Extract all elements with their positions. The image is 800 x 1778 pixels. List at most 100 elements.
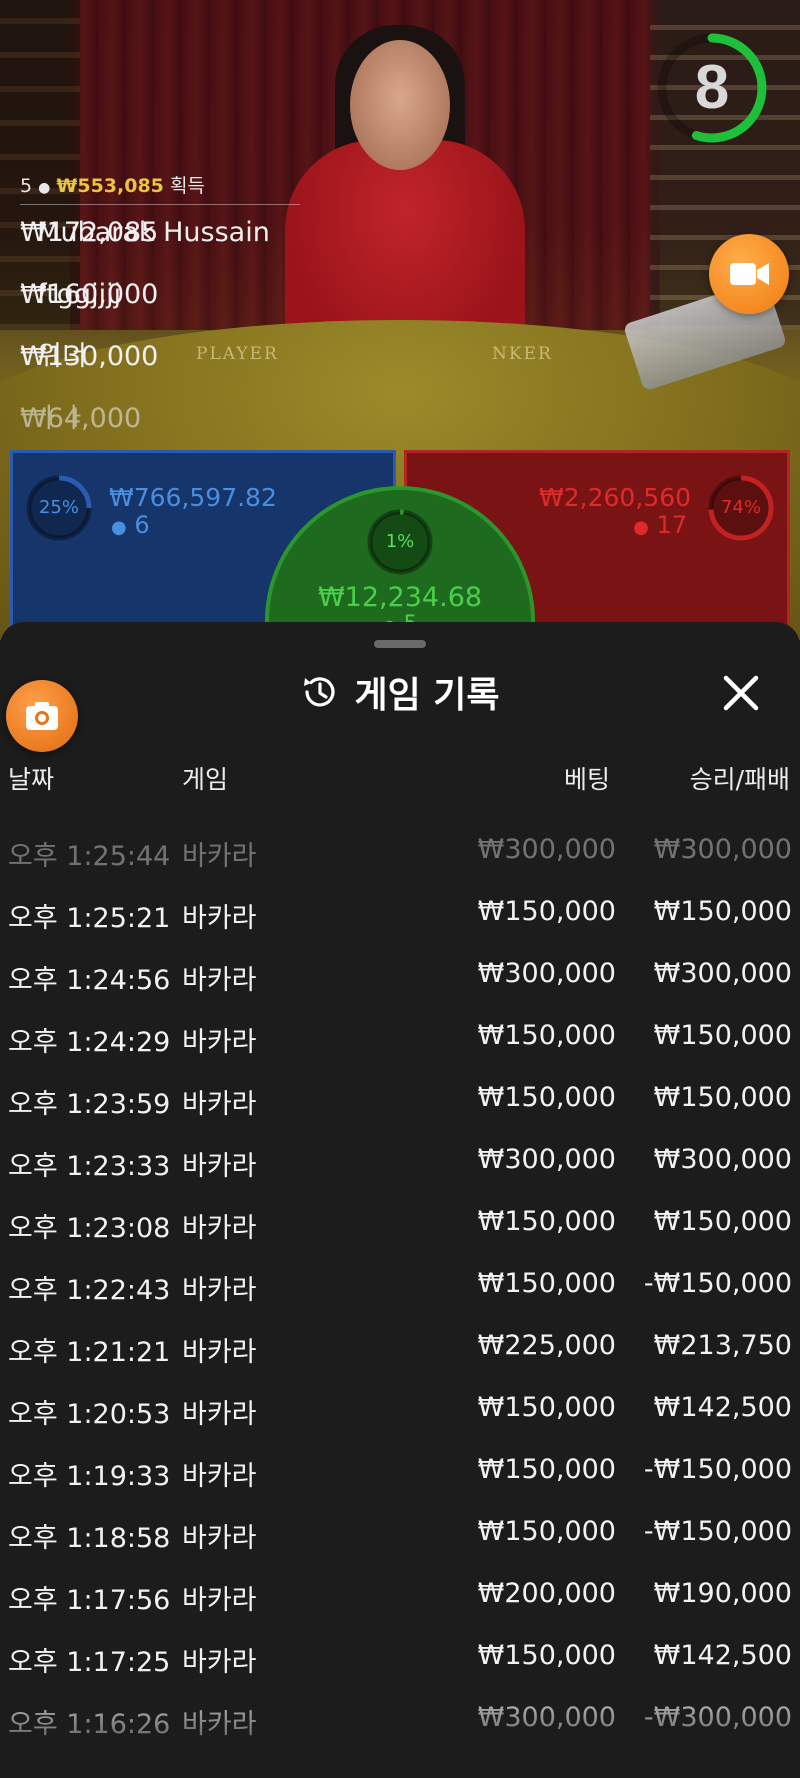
history-row[interactable]: 오후 1:21:21 바카라 ₩225,000 ₩213,750 bbox=[0, 1318, 800, 1380]
winner-name: ㅏㅏ bbox=[37, 403, 87, 434]
history-date: 오후 1:24:56 bbox=[8, 965, 171, 996]
history-row[interactable]: 오후 1:17:25 바카라 ₩150,000 ₩142,500 bbox=[0, 1628, 800, 1690]
history-bet: ₩150,000 bbox=[477, 1392, 616, 1423]
history-result: ₩300,000 bbox=[653, 1144, 792, 1175]
close-button[interactable] bbox=[716, 668, 766, 718]
sheet-title-text: 게임 기록 bbox=[354, 675, 500, 716]
history-game: 바카라 bbox=[182, 1275, 257, 1306]
recent-winners: 5 ● ₩553,085 획득 ₩172,085 Mubarak Hussain… bbox=[20, 170, 300, 453]
header-game: 게임 bbox=[182, 765, 229, 794]
banker-bettors-count: 17 bbox=[656, 511, 687, 539]
banker-bettors: ● 17 bbox=[633, 511, 687, 539]
sheet-drag-handle[interactable] bbox=[374, 640, 426, 648]
tie-bet-amount: ₩12,234.68 bbox=[317, 582, 483, 613]
felt-label-banker: NKER bbox=[492, 344, 553, 364]
player-percent: 25% bbox=[38, 497, 79, 518]
person-icon: ● bbox=[38, 180, 51, 196]
history-row[interactable]: 오후 1:23:33 바카라 ₩300,000 ₩300,000 bbox=[0, 1132, 800, 1194]
history-row[interactable]: 오후 1:17:56 바카라 ₩200,000 ₩190,000 bbox=[0, 1566, 800, 1628]
history-date: 오후 1:21:21 bbox=[8, 1337, 171, 1368]
close-icon bbox=[723, 675, 759, 711]
history-bet: ₩225,000 bbox=[477, 1330, 616, 1361]
person-icon: ● bbox=[111, 517, 127, 538]
winner-row: ₩64,000 ㅏㅏ bbox=[20, 391, 300, 453]
sheet-header: 게임 기록 bbox=[0, 666, 800, 718]
tie-percent-ring: 1% bbox=[364, 506, 436, 578]
history-game: 바카라 bbox=[182, 903, 257, 934]
history-icon bbox=[304, 677, 336, 707]
history-result: ₩300,000 bbox=[653, 958, 792, 989]
history-game: 바카라 bbox=[182, 1523, 257, 1554]
history-table-body: 오후 1:25:44 바카라 ₩300,000 ₩300,000 오후 1:25:21 바… bbox=[0, 822, 800, 1752]
history-game: 바카라 bbox=[182, 841, 257, 872]
winners-total: ₩553,085 bbox=[56, 175, 164, 197]
history-result: ₩142,500 bbox=[653, 1392, 792, 1423]
history-game: 바카라 bbox=[182, 1089, 257, 1120]
history-bet: ₩150,000 bbox=[477, 896, 616, 927]
history-date: 오후 1:23:59 bbox=[8, 1089, 171, 1120]
history-date: 오후 1:17:56 bbox=[8, 1585, 171, 1616]
history-row[interactable]: 오후 1:16:26 바카라 ₩300,000 -₩300,000 bbox=[0, 1690, 800, 1752]
history-result: ₩150,000 bbox=[653, 896, 792, 927]
history-game: 바카라 bbox=[182, 1399, 257, 1430]
history-row[interactable]: 오후 1:20:53 바카라 ₩150,000 ₩142,500 bbox=[0, 1380, 800, 1442]
header-result: 승리/패배 bbox=[689, 765, 790, 794]
history-bet: ₩300,000 bbox=[477, 834, 616, 865]
history-row[interactable]: 오후 1:18:58 바카라 ₩150,000 -₩150,000 bbox=[0, 1504, 800, 1566]
winners-summary: 5 ● ₩553,085 획득 bbox=[20, 170, 300, 204]
history-result: ₩142,500 bbox=[653, 1640, 792, 1671]
history-result: ₩150,000 bbox=[653, 1082, 792, 1113]
history-game: 바카라 bbox=[182, 1709, 257, 1740]
dealer-head bbox=[350, 40, 450, 170]
history-bet: ₩150,000 bbox=[477, 1516, 616, 1547]
winner-row: ₩130,000 위너 bbox=[20, 329, 300, 391]
history-date: 오후 1:16:26 bbox=[8, 1709, 171, 1740]
history-bet: ₩200,000 bbox=[477, 1578, 616, 1609]
person-icon: ● bbox=[633, 517, 649, 538]
winner-row: ₩172,085 Mubarak Hussain bbox=[20, 205, 300, 267]
history-date: 오후 1:23:08 bbox=[8, 1213, 171, 1244]
winners-count: 5 bbox=[20, 175, 33, 197]
history-bet: ₩150,000 bbox=[477, 1206, 616, 1237]
history-row[interactable]: 오후 1:23:59 바카라 ₩150,000 ₩150,000 bbox=[0, 1070, 800, 1132]
history-row[interactable]: 오후 1:25:44 바카라 ₩300,000 ₩300,000 bbox=[0, 822, 800, 884]
history-row[interactable]: 오후 1:24:29 바카라 ₩150,000 ₩150,000 bbox=[0, 1008, 800, 1070]
history-date: 오후 1:24:29 bbox=[8, 1027, 171, 1058]
history-row[interactable]: 오후 1:24:56 바카라 ₩300,000 ₩300,000 bbox=[0, 946, 800, 1008]
history-game: 바카라 bbox=[182, 1151, 257, 1182]
banker-bet-amount: ₩2,260,560 bbox=[539, 483, 691, 512]
banker-percent-ring: 74% bbox=[705, 472, 777, 544]
history-date: 오후 1:22:43 bbox=[8, 1275, 171, 1306]
history-result: ₩150,000 bbox=[653, 1206, 792, 1237]
video-camera-icon bbox=[730, 263, 769, 285]
history-row[interactable]: 오후 1:22:43 바카라 ₩150,000 -₩150,000 bbox=[0, 1256, 800, 1318]
camera-icon bbox=[26, 702, 58, 730]
sheet-title: 게임 기록 bbox=[300, 666, 500, 718]
history-date: 오후 1:18:58 bbox=[8, 1523, 171, 1554]
history-game: 바카라 bbox=[182, 1337, 257, 1368]
history-game: 바카라 bbox=[182, 1461, 257, 1492]
winner-name: Mubarak Hussain bbox=[37, 217, 270, 248]
history-row[interactable]: 오후 1:25:21 바카라 ₩150,000 ₩150,000 bbox=[0, 884, 800, 946]
history-bet: ₩300,000 bbox=[477, 958, 616, 989]
history-row[interactable]: 오후 1:19:33 바카라 ₩150,000 -₩150,000 bbox=[0, 1442, 800, 1504]
timer-value: 8 bbox=[694, 53, 730, 122]
history-row[interactable]: 오후 1:23:08 바카라 ₩150,000 ₩150,000 bbox=[0, 1194, 800, 1256]
history-bet: ₩150,000 bbox=[477, 1020, 616, 1051]
history-game: 바카라 bbox=[182, 965, 257, 996]
history-game: 바카라 bbox=[182, 1213, 257, 1244]
video-toggle-button[interactable] bbox=[709, 234, 789, 314]
header-date: 날짜 bbox=[8, 765, 55, 794]
history-bet: ₩150,000 bbox=[477, 1454, 616, 1485]
winner-name: ftggjjjj bbox=[37, 279, 122, 310]
history-bet: ₩300,000 bbox=[477, 1702, 616, 1733]
history-result: ₩213,750 bbox=[653, 1330, 792, 1361]
player-percent-ring: 25% bbox=[23, 472, 95, 544]
history-date: 오후 1:17:25 bbox=[8, 1647, 171, 1678]
history-date: 오후 1:23:33 bbox=[8, 1151, 171, 1182]
history-result: ₩150,000 bbox=[653, 1020, 792, 1051]
history-game: 바카라 bbox=[182, 1585, 257, 1616]
winner-row: ₩160,000 ftggjjjj bbox=[20, 267, 300, 329]
history-bet: ₩150,000 bbox=[477, 1082, 616, 1113]
screenshot-button[interactable] bbox=[6, 680, 78, 752]
